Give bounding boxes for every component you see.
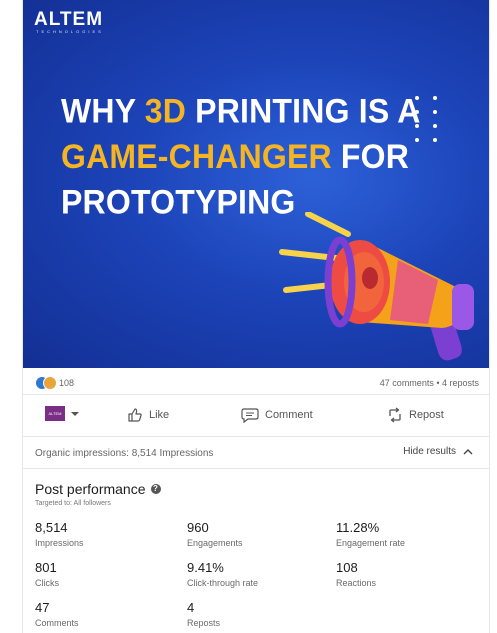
comment-icon [241,408,259,423]
hide-results-label: Hide results [403,446,456,457]
post-performance-heading: Post performance ? [35,481,161,497]
divider [23,394,489,395]
reaction-count[interactable]: 108 [59,378,74,388]
repost-label: Repost [409,409,444,421]
chevron-up-icon [463,448,473,454]
headline-text: WHY [61,91,145,131]
metric-value: 4 [187,600,195,615]
comment-label: Comment [265,409,313,421]
like-button[interactable]: Like [127,406,169,424]
brand-logo-subtitle: TECHNOLOGIES [36,29,104,34]
metric-reactions: 108 Reactions [336,560,376,588]
actor-selector[interactable]: ALTEM [45,406,83,422]
metric-impressions: 8,514 Impressions [35,520,84,548]
headline-text: FOR [331,136,410,176]
headline-highlight: GAME-CHANGER [61,136,332,176]
metric-value: 11.28% [336,520,380,535]
organic-impressions: Organic impressions: 8,514 Impressions [35,448,214,459]
targeted-audience: Targeted to: All followers [35,500,111,507]
hide-results-button[interactable]: Hide results [403,446,473,457]
metric-label: Clicks [35,578,59,588]
megaphone-icon [279,212,474,361]
metric-label: Engagements [187,538,243,548]
metric-engagements: 960 Engagements [187,520,243,548]
metric-value: 47 [35,600,50,615]
post-card: ALTEM TECHNOLOGIES WHY 3D PRINTING IS A … [22,0,490,633]
divider [23,468,489,469]
headline-text: PRINTING IS A [186,91,421,131]
metric-label: Engagement rate [336,538,406,548]
headline-highlight: 3D [144,91,187,131]
comments-reposts-count[interactable]: 47 comments • 4 reposts [380,378,479,388]
metric-click-through-rate: 9.41% Click-through rate [187,560,258,588]
comment-button[interactable]: Comment [241,406,313,424]
metric-value: 801 [35,560,57,575]
reaction-icons[interactable] [35,376,59,390]
help-icon[interactable]: ? [150,484,161,494]
post-image[interactable]: ALTEM TECHNOLOGIES WHY 3D PRINTING IS A … [23,0,489,368]
social-counts: 108 47 comments • 4 reposts [35,375,479,393]
metric-label: Click-through rate [187,578,259,588]
metric-comments: 47 Comments [35,600,79,628]
headline-text: PROTOTYPING [61,181,296,221]
chevron-down-icon [71,412,79,416]
celebrate-reaction-icon [43,376,57,390]
metric-clicks: 801 Clicks [35,560,59,588]
metric-label: Comments [35,618,79,628]
metric-value: 8,514 [35,520,68,535]
action-bar: ALTEM Like Comment Repost [23,398,489,432]
metric-value: 9.41% [187,560,224,575]
post-performance-title: Post performance [35,481,146,497]
metric-engagement-rate: 11.28% Engagement rate [336,520,405,548]
metric-label: Impressions [35,538,84,548]
metric-value: 108 [336,560,358,575]
metric-reposts: 4 Reposts [187,600,220,628]
repost-icon [389,407,401,423]
thumbs-up-icon [128,408,142,422]
brand-logo: ALTEM [34,9,104,30]
divider [23,436,489,437]
metric-label: Reactions [336,578,377,588]
repost-button[interactable]: Repost [387,406,444,424]
metric-value: 960 [187,520,209,535]
company-avatar: ALTEM [45,406,65,421]
post-headline: WHY 3D PRINTING IS A GAME-CHANGER FOR PR… [61,88,421,224]
like-label: Like [149,409,170,421]
metric-label: Reposts [187,618,221,628]
